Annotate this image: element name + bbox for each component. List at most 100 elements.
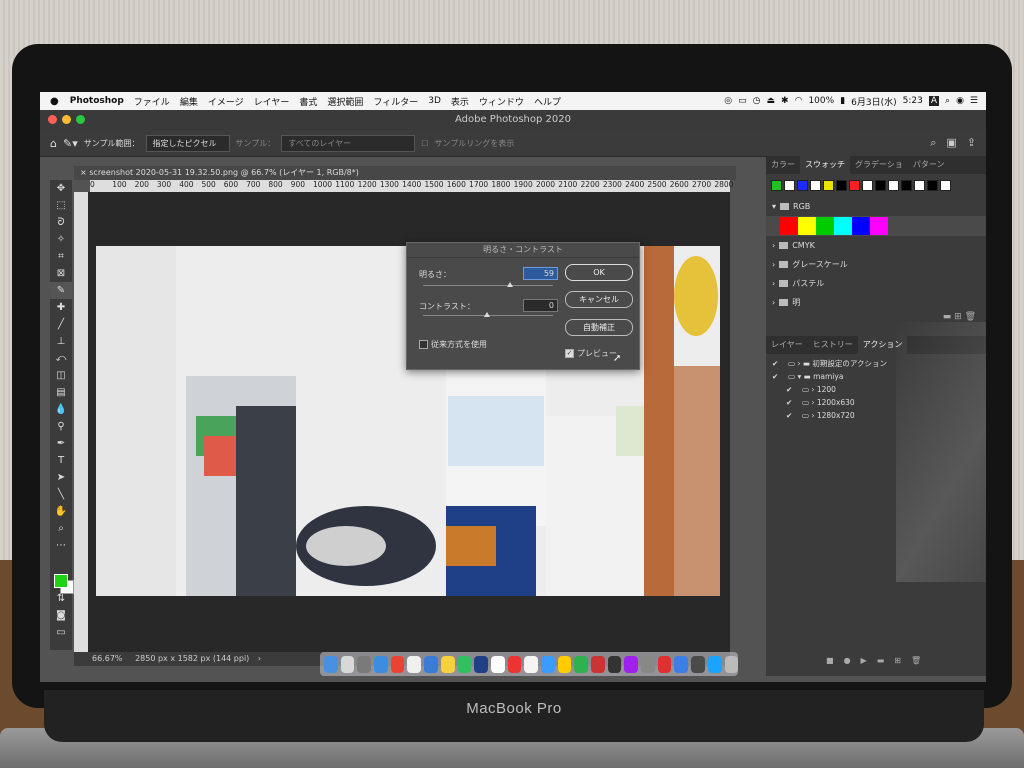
dock-app-icon[interactable]: [691, 655, 705, 673]
healing-tool-icon[interactable]: ✚: [50, 299, 72, 316]
dock-app-icon[interactable]: [390, 655, 405, 673]
delete-action-icon[interactable]: 🗑: [911, 656, 921, 665]
dock-app-icon[interactable]: [324, 655, 338, 673]
dock-app-icon[interactable]: [490, 655, 505, 673]
dock-app-icon[interactable]: [474, 655, 488, 673]
swatch-group-pastel[interactable]: › パステル: [766, 274, 986, 293]
dock-app-icon[interactable]: [641, 655, 655, 673]
zoom-window-button[interactable]: [76, 115, 85, 124]
swatch[interactable]: [784, 180, 795, 191]
menu-layer[interactable]: レイヤー: [249, 95, 295, 108]
history-brush-icon[interactable]: ⤺: [50, 350, 72, 367]
eyedropper-tool-icon[interactable]: ✎▾: [63, 137, 78, 150]
dock-app-icon[interactable]: [374, 655, 388, 673]
new-swatch-icon[interactable]: ⊞: [954, 312, 962, 322]
swatch[interactable]: [862, 180, 873, 191]
dock-app-icon[interactable]: [591, 655, 605, 673]
close-document-icon[interactable]: ×: [80, 168, 87, 177]
path-select-icon[interactable]: ➤: [50, 469, 72, 486]
new-action-icon[interactable]: ⊞: [894, 656, 901, 665]
dock-app-icon[interactable]: [440, 655, 455, 673]
sample-ring-checkbox-icon[interactable]: ☐: [421, 139, 428, 148]
creative-cloud-icon[interactable]: ◎: [724, 96, 732, 106]
menu-help[interactable]: ヘルプ: [529, 95, 566, 108]
dock-app-icon[interactable]: [457, 655, 472, 673]
foreground-color-swatch[interactable]: [54, 574, 68, 588]
dock-app-icon[interactable]: [657, 655, 672, 673]
swatch[interactable]: [927, 180, 938, 191]
menu-time[interactable]: 5:23: [903, 96, 923, 106]
marquee-tool-icon[interactable]: ⬚: [50, 197, 72, 214]
zoom-tool-icon[interactable]: ⌕: [50, 520, 72, 537]
workspace-icon[interactable]: ▣: [946, 136, 956, 150]
tab-color[interactable]: カラー: [766, 156, 800, 174]
swatch-group-cmyk[interactable]: › CMYK: [766, 236, 986, 255]
user-avatar-icon[interactable]: ◉: [956, 96, 964, 106]
contrast-knob[interactable]: [484, 312, 490, 317]
battery-percent[interactable]: 100%: [808, 96, 834, 106]
dock-app-icon[interactable]: [507, 655, 522, 673]
dock-app-icon[interactable]: [607, 655, 622, 673]
brightness-knob[interactable]: [507, 282, 513, 287]
sample-size-select[interactable]: 指定したピクセル: [145, 134, 230, 152]
move-tool-icon[interactable]: ✥: [50, 180, 72, 197]
pen-tool-icon[interactable]: ✒: [50, 435, 72, 452]
line-tool-icon[interactable]: ╲: [50, 486, 72, 503]
ok-button[interactable]: OK: [565, 264, 633, 281]
dock-app-icon[interactable]: [674, 655, 689, 673]
rgb-swatch[interactable]: [780, 217, 798, 235]
battery-icon[interactable]: ▮: [840, 96, 845, 106]
rgb-swatch[interactable]: [816, 217, 834, 235]
rgb-swatch[interactable]: [834, 217, 852, 235]
menu-3d[interactable]: 3D: [423, 96, 446, 106]
wifi-icon[interactable]: ◠: [795, 96, 803, 106]
dock-app-icon[interactable]: [557, 655, 572, 673]
menu-type[interactable]: 書式: [294, 95, 322, 108]
delete-swatch-icon[interactable]: 🗑: [965, 312, 976, 322]
menu-app[interactable]: Photoshop: [65, 96, 129, 106]
rgb-swatch[interactable]: [852, 217, 870, 235]
notification-icon[interactable]: ☰: [970, 96, 978, 106]
share-icon[interactable]: ⇪: [967, 136, 976, 150]
frame-tool-icon[interactable]: ⊠: [50, 265, 72, 282]
swatch[interactable]: [901, 180, 912, 191]
tab-layers[interactable]: レイヤー: [766, 336, 808, 354]
swatch[interactable]: [849, 180, 860, 191]
stop-icon[interactable]: ■: [826, 656, 834, 665]
swatch[interactable]: [836, 180, 847, 191]
screen-mode-icon[interactable]: ▭: [50, 624, 72, 641]
close-window-button[interactable]: [48, 115, 57, 124]
screen-icon[interactable]: ▭: [738, 96, 747, 106]
tab-swatches[interactable]: スウォッチ: [800, 156, 850, 174]
status-chevron-icon[interactable]: ›: [252, 654, 261, 663]
play-icon[interactable]: ▶: [861, 656, 867, 665]
zoom-level[interactable]: 66.67%: [74, 654, 133, 663]
document-tab[interactable]: × screenshot 2020-05-31 19.32.50.png @ 6…: [74, 166, 736, 180]
cancel-button[interactable]: キャンセル: [565, 291, 633, 308]
sample-select[interactable]: すべてのレイヤー: [281, 134, 416, 152]
menu-file[interactable]: ファイル: [129, 95, 175, 108]
tab-history[interactable]: ヒストリー: [808, 336, 858, 354]
swatch[interactable]: [888, 180, 899, 191]
tab-pattern[interactable]: パターン: [908, 156, 950, 174]
swatch[interactable]: [797, 180, 808, 191]
preview-checkbox[interactable]: ✓: [565, 349, 574, 358]
input-mode[interactable]: A: [928, 96, 940, 106]
dock-app-icon[interactable]: [624, 655, 639, 673]
quick-mask-icon[interactable]: ◙: [50, 607, 72, 624]
swatch-group-grayscale[interactable]: › グレースケール: [766, 255, 986, 274]
dock-app-icon[interactable]: [724, 655, 739, 673]
stamp-tool-icon[interactable]: ⊥: [50, 333, 72, 350]
home-icon[interactable]: ⌂: [40, 137, 57, 150]
swatch[interactable]: [771, 180, 782, 191]
tab-gradient[interactable]: グラデーショ: [850, 156, 908, 174]
menu-select[interactable]: 選択範囲: [322, 95, 368, 108]
quick-select-tool-icon[interactable]: ✧: [50, 231, 72, 248]
dock-app-icon[interactable]: [574, 655, 588, 673]
swatch[interactable]: [810, 180, 821, 191]
brightness-slider[interactable]: [423, 285, 553, 286]
menu-view[interactable]: 表示: [446, 95, 474, 108]
record-icon[interactable]: ●: [844, 656, 851, 665]
new-set-icon[interactable]: ▬: [877, 656, 885, 665]
search-icon[interactable]: ⌕: [930, 136, 936, 150]
